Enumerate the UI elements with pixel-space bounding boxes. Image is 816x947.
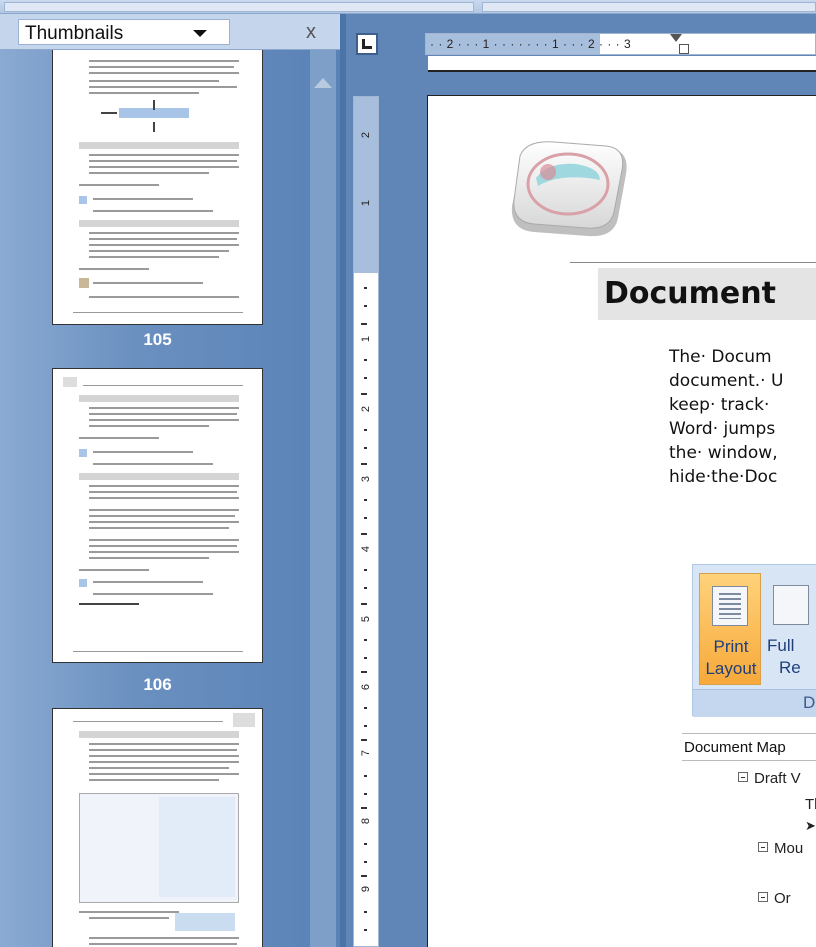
ruler-number: 9 <box>360 885 372 893</box>
ruler-number: 2 <box>360 405 372 413</box>
ruler-number: 5 <box>360 615 372 623</box>
document-heading: Document <box>598 268 816 320</box>
paragraph-line: The· Docum <box>669 347 772 367</box>
paragraph-line: Word· jumps <box>669 419 776 439</box>
ribbon-group-label: D <box>693 689 816 717</box>
ruler-number: 8 <box>360 817 372 825</box>
scroll-up-arrow-icon[interactable] <box>314 78 332 88</box>
ruler-scale-text: · · 2 · · · 1 · · · · · · · 1 · · · 2 · … <box>430 37 632 51</box>
window-top-strip <box>0 0 816 14</box>
ruler-number: 7 <box>360 749 372 757</box>
close-pane-button[interactable]: x <box>298 21 324 43</box>
thumbnail-scrollbar[interactable] <box>310 50 336 947</box>
document-map-item: Draft V <box>738 770 801 787</box>
document-page[interactable]: Document The· Docum document.· U keep· t… <box>427 95 816 947</box>
document-map-item-label: Mou <box>774 840 804 857</box>
document-map-header-image: Document Map <box>682 733 816 761</box>
tab-selector-button[interactable] <box>356 33 378 55</box>
ruler-number: 1 <box>360 199 372 207</box>
paragraph-line: hide·the·Doc <box>669 467 778 487</box>
left-indent-marker[interactable] <box>679 44 689 54</box>
document-map-item-label: Draft V <box>754 770 801 787</box>
ribbon-button-label: Full <box>767 636 795 655</box>
document-map-item-label: Or <box>774 890 791 907</box>
collapse-icon <box>758 892 768 902</box>
ruler-number: 4 <box>360 545 372 553</box>
ribbon-button-label: Layout <box>705 659 757 678</box>
document-logo-image <box>511 141 627 237</box>
ribbon-screenshot-image: Print Layout Full Re D <box>692 564 816 717</box>
ruler-number: 1 <box>360 335 372 343</box>
document-map-item: Or <box>758 890 791 907</box>
page-thumbnail[interactable] <box>52 50 263 325</box>
first-line-indent-marker[interactable] <box>670 34 682 42</box>
full-screen-reading-button-image: Full Re <box>767 573 816 685</box>
horizontal-ruler[interactable]: · · 2 · · · 1 · · · · · · · 1 · · · 2 · … <box>425 33 816 55</box>
thumbnail-list[interactable]: 105 106 <box>0 50 340 947</box>
document-map-item-label: Th <box>805 796 816 813</box>
body-paragraph: The· Docum document.· U keep· track· Wor… <box>669 345 816 489</box>
header-rule <box>570 262 816 263</box>
collapse-icon <box>738 772 748 782</box>
vertical-ruler[interactable]: 2 1 1 2 3 4 5 6 7 8 9 <box>353 96 379 947</box>
ribbon-button-label: Re <box>779 658 801 677</box>
pane-splitter[interactable] <box>340 14 346 947</box>
paragraph-line: keep· track· <box>669 395 770 415</box>
print-layout-button-image: Print Layout <box>699 573 761 685</box>
top-strip-segment <box>482 2 816 12</box>
left-tab-icon <box>362 39 372 49</box>
paragraph-line: document.· U <box>669 371 784 391</box>
pane-header: Thumbnails x <box>0 14 340 50</box>
ruler-margin-area <box>354 97 378 273</box>
top-strip-segment <box>4 2 474 12</box>
collapse-icon <box>758 842 768 852</box>
view-select-value: Thumbnails <box>25 23 124 44</box>
thumbnail-page-number: 106 <box>143 675 172 694</box>
print-layout-icon <box>712 586 748 626</box>
paragraph-line: the· window, <box>669 443 778 463</box>
page-thumbnail[interactable] <box>52 368 263 663</box>
page-thumbnail[interactable] <box>52 708 263 947</box>
thumbnail-page-number: 105 <box>143 330 172 349</box>
full-screen-reading-icon <box>773 585 809 625</box>
ruler-number: 2 <box>360 131 372 139</box>
dropdown-arrow-icon[interactable] <box>193 30 207 37</box>
ruler-number: 6 <box>360 683 372 691</box>
previous-page-edge <box>428 56 816 72</box>
ribbon-button-label: Print <box>713 637 749 656</box>
document-map-item-label: ➤ <box>805 818 816 833</box>
ruler-number: 3 <box>360 475 372 483</box>
view-select-dropdown[interactable]: Thumbnails <box>18 19 230 45</box>
document-map-item: Mou <box>758 840 803 857</box>
